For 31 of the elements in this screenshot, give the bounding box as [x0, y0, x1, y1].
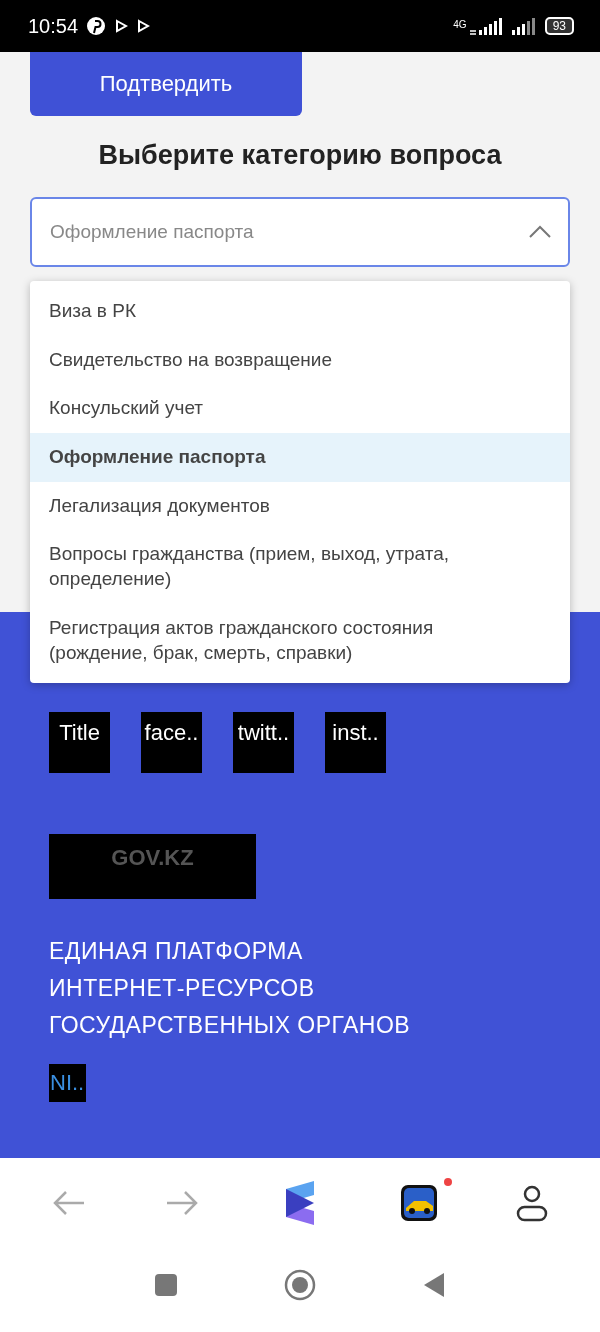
social-link[interactable]: face..: [141, 712, 202, 773]
battery-indicator: 93: [544, 17, 574, 35]
social-link[interactable]: inst..: [325, 712, 386, 773]
profile-icon[interactable]: [515, 1184, 550, 1222]
social-link[interactable]: twitt..: [233, 712, 294, 773]
play-icon: [136, 19, 151, 33]
category-select[interactable]: Оформление паспорта: [30, 197, 570, 267]
language-link[interactable]: NI..: [49, 1064, 87, 1102]
platform-title: ЕДИНАЯ ПЛАТФОРМА ИНТЕРНЕТ-РЕСУРСОВ ГОСУДАРСТВЕННЫХ ОРГАНОВ: [49, 937, 412, 1040]
dropdown-option[interactable]: Легализация документов: [30, 481, 570, 531]
section-heading: Выберите категорию вопроса: [97, 140, 503, 171]
home-icon[interactable]: [284, 1269, 316, 1301]
signal-icon: [510, 17, 537, 35]
confirm-button[interactable]: Подтвердить: [30, 52, 302, 116]
recent-apps-icon[interactable]: [154, 1273, 178, 1297]
dropdown-option[interactable]: Виза в РК: [30, 287, 570, 336]
back-nav-icon[interactable]: [422, 1272, 446, 1298]
network-label: 4G: [453, 19, 467, 30]
select-placeholder: Оформление паспорта: [50, 221, 254, 243]
pin-icon: [86, 16, 107, 36]
signal-icon: [468, 17, 503, 35]
play-icon: [114, 19, 129, 33]
dropdown-option[interactable]: Свидетельство на возвращение: [30, 335, 570, 385]
dropdown-option[interactable]: Оформление паспорта: [30, 433, 570, 482]
social-link[interactable]: Title: [49, 712, 110, 773]
dropdown-option[interactable]: Консульский учет: [30, 384, 570, 434]
racing-car-app-icon[interactable]: [399, 1184, 438, 1222]
chevron-icon: [528, 224, 552, 240]
dropdown-option[interactable]: Регистрация актов гражданского состояния (рождение, брак, смерть, справки): [30, 603, 570, 678]
clock: 10:54: [28, 14, 79, 38]
dropdown-option[interactable]: Вопросы гражданства (прием, выход, утрата, определение): [30, 530, 570, 604]
